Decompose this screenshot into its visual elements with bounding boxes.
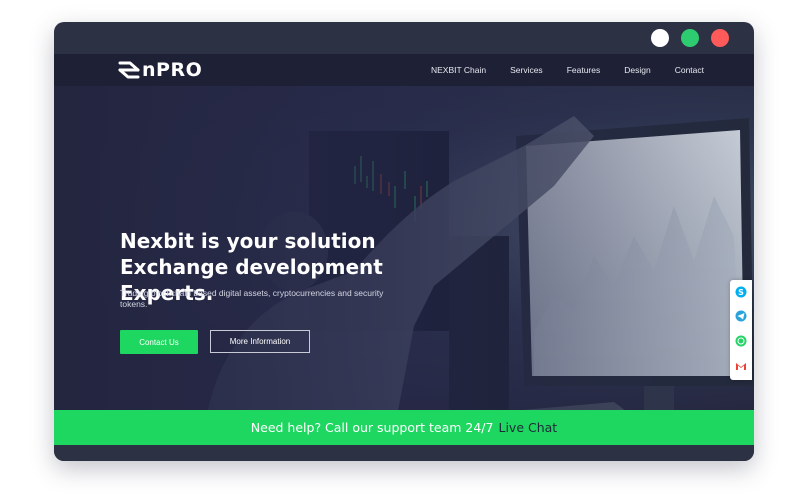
whatsapp-icon[interactable] (735, 335, 747, 347)
hero-subtext: Trading blockchain based digital assets,… (120, 288, 384, 309)
skype-icon[interactable]: S (735, 286, 747, 298)
window-bottom-frame (54, 445, 754, 461)
nav-item-nexbit-chain[interactable]: NEXBIT Chain (431, 65, 486, 75)
more-information-button[interactable]: More Information (210, 330, 310, 353)
green-dot-icon[interactable] (681, 29, 699, 47)
browser-window: nPRO NEXBIT Chain Services Features Desi… (54, 22, 754, 461)
white-dot-icon[interactable] (651, 29, 669, 47)
nav-item-design[interactable]: Design (624, 65, 650, 75)
page-viewport: nPRO NEXBIT Chain Services Features Desi… (54, 54, 754, 432)
logo[interactable]: nPRO (118, 59, 202, 81)
hero-section: Nexbit is your solution Exchange develop… (54, 86, 754, 432)
support-bar: Need help? Call our support team 24/7 Li… (54, 410, 754, 445)
gmail-icon[interactable] (735, 360, 747, 372)
nav-item-services[interactable]: Services (510, 65, 543, 75)
headline-line: Exchange development (120, 255, 383, 279)
headline-line: Nexbit is your solution (120, 229, 376, 253)
live-chat-link[interactable]: Live Chat (498, 420, 557, 435)
nav-item-contact[interactable]: Contact (675, 65, 704, 75)
logo-text: nPRO (142, 59, 203, 81)
telegram-icon[interactable] (735, 310, 747, 322)
logo-mark-icon (118, 61, 140, 79)
social-sidebar: S (730, 280, 752, 380)
nav-item-features[interactable]: Features (567, 65, 601, 75)
title-bar (54, 22, 754, 54)
svg-text:S: S (738, 288, 744, 297)
contact-us-button[interactable]: Contact Us (120, 330, 198, 354)
support-text: Need help? Call our support team 24/7 (250, 420, 494, 435)
main-nav: NEXBIT Chain Services Features Design Co… (431, 54, 704, 86)
red-dot-icon[interactable] (711, 29, 729, 47)
navbar: nPRO NEXBIT Chain Services Features Desi… (54, 54, 754, 86)
